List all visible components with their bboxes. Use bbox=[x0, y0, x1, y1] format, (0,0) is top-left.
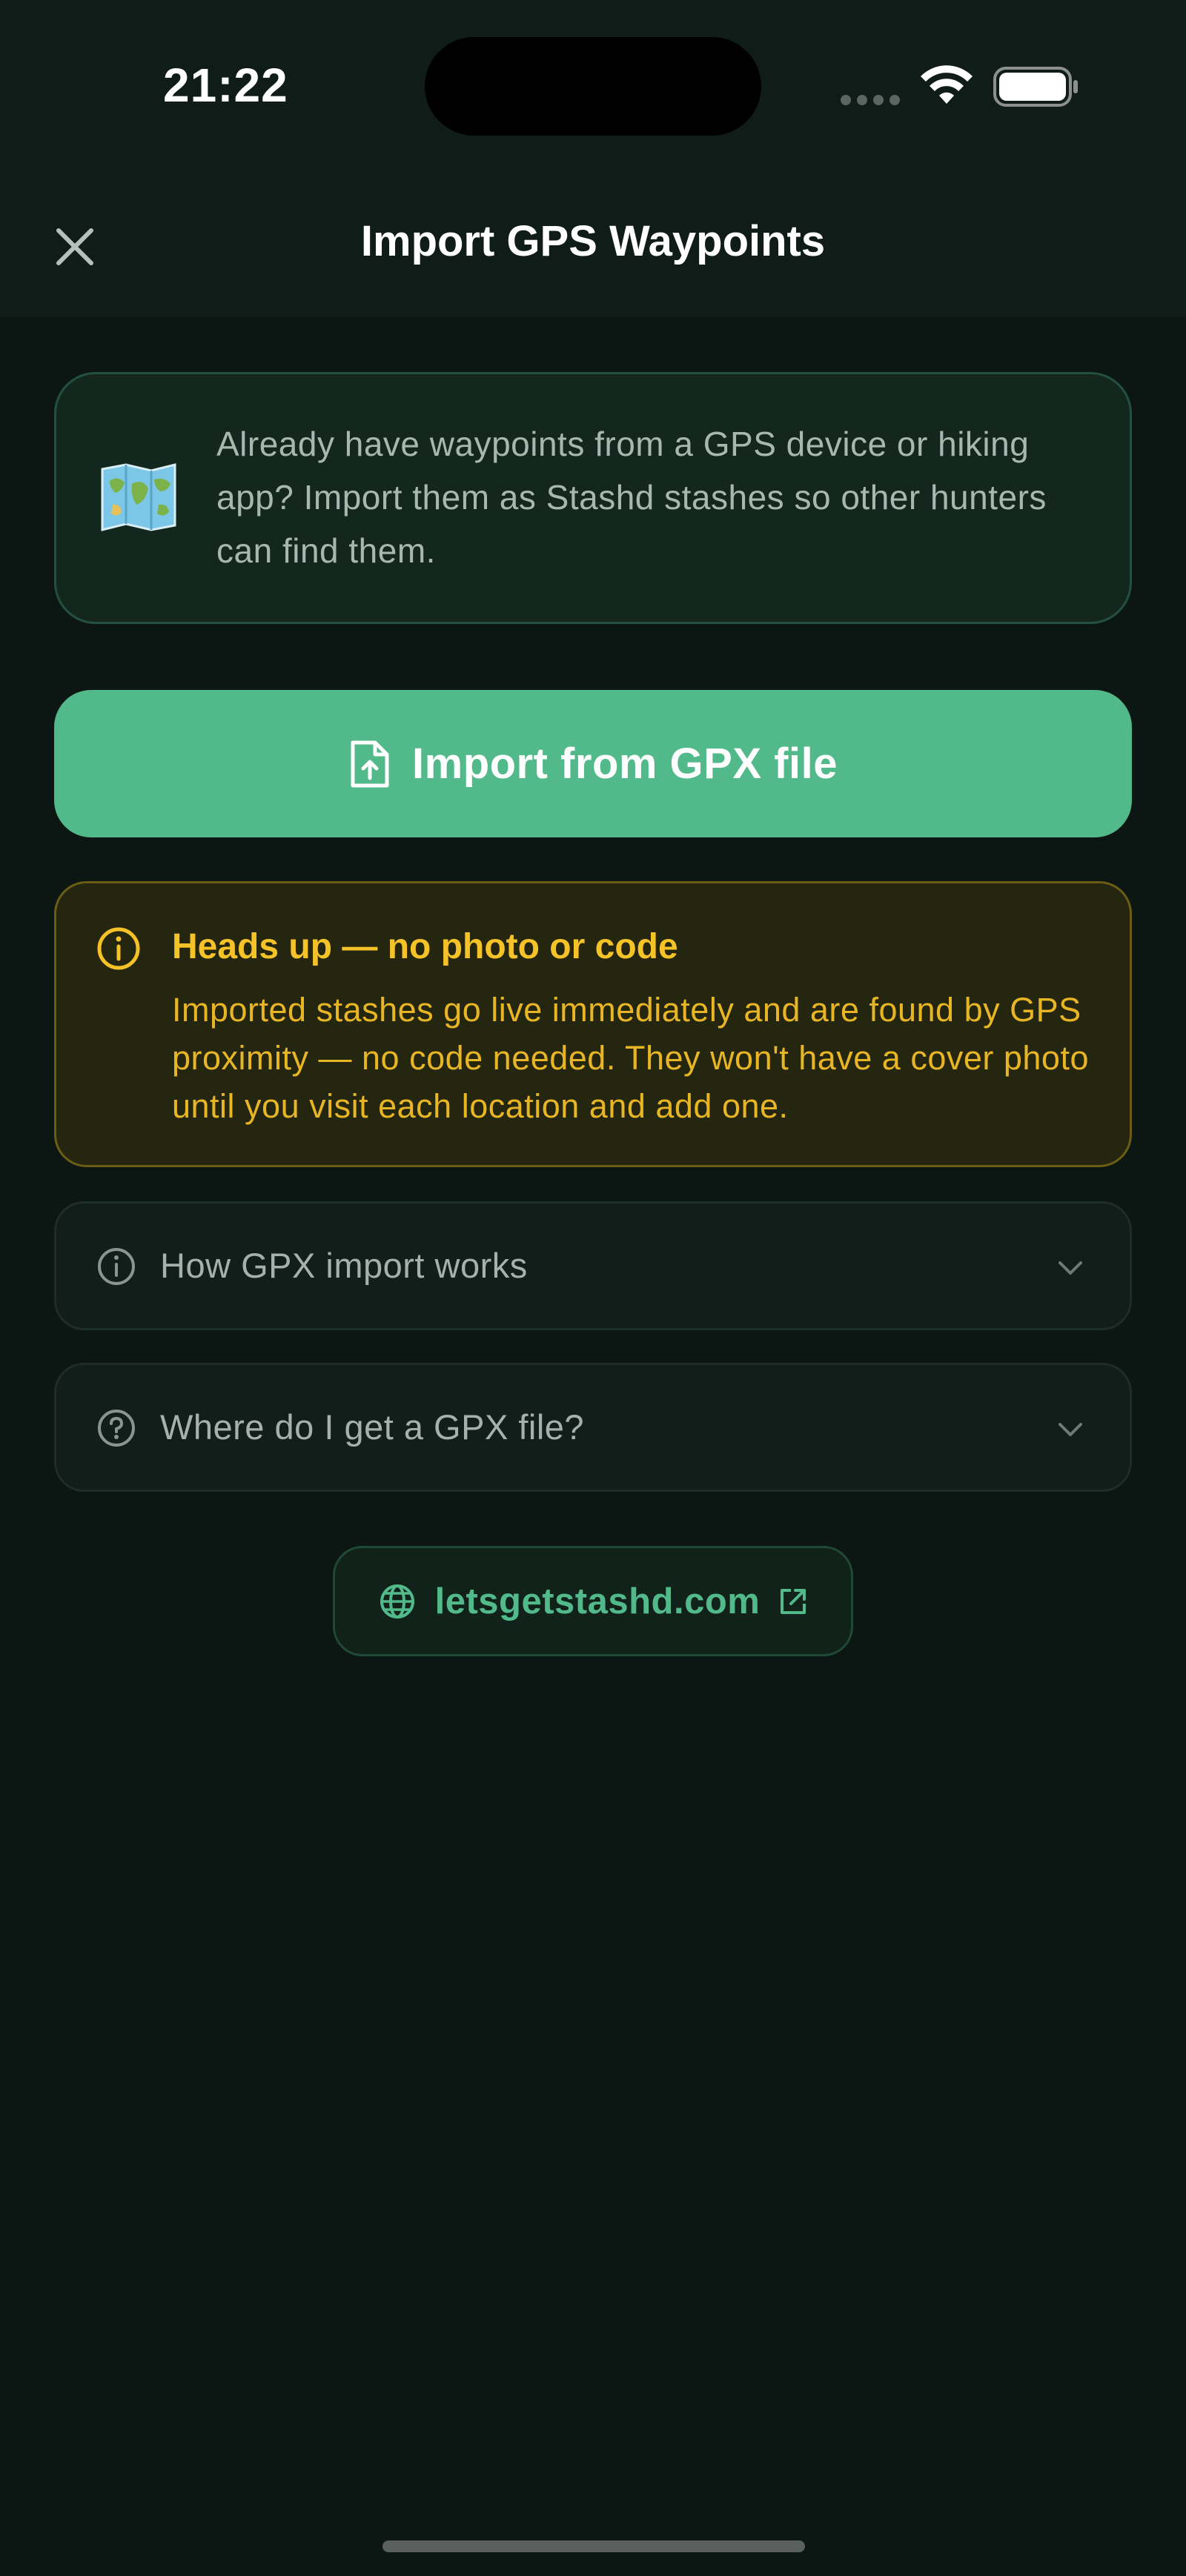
accordion-where-get-gpx-file[interactable]: Where do I get a GPX file? bbox=[54, 1363, 1132, 1492]
external-link-icon bbox=[781, 1588, 806, 1614]
warning-body: Imported stashes go live immediately and… bbox=[172, 991, 1089, 1125]
import-gpx-button[interactable]: Import from GPX file bbox=[54, 690, 1132, 837]
info-circle-icon bbox=[97, 927, 140, 970]
home-indicator[interactable] bbox=[382, 2540, 805, 2552]
info-circle-icon bbox=[98, 1248, 135, 1285]
page-title: Import GPS Waypoints bbox=[360, 217, 826, 265]
nav-header: Import GPS Waypoints bbox=[0, 172, 1186, 317]
battery-icon bbox=[993, 67, 1078, 107]
warning-card: Heads up — no photo or code Imported sta… bbox=[54, 881, 1132, 1167]
globe-icon bbox=[380, 1584, 414, 1619]
accordion-label: Where do I get a GPX file? bbox=[160, 1407, 585, 1447]
warning-title: Heads up — no photo or code bbox=[172, 927, 678, 966]
chevron-down-icon bbox=[1059, 1423, 1082, 1436]
status-time: 21:22 bbox=[163, 59, 288, 112]
website-link-label: letsgetstashd.com bbox=[434, 1581, 761, 1621]
question-circle-icon bbox=[98, 1410, 135, 1447]
dynamic-island bbox=[425, 37, 761, 136]
status-bar: 21:22 bbox=[0, 0, 1186, 172]
accordion-how-gpx-import-works[interactable]: How GPX import works bbox=[54, 1201, 1132, 1330]
world-map-icon bbox=[101, 463, 176, 531]
website-link[interactable]: letsgetstashd.com bbox=[333, 1546, 853, 1656]
cellular-signal-icon bbox=[841, 95, 900, 105]
file-upload-icon bbox=[351, 740, 389, 787]
intro-text: Already have waypoints from a GPS device… bbox=[216, 425, 1047, 570]
import-gpx-button-label: Import from GPX file bbox=[412, 740, 838, 788]
wifi-icon bbox=[921, 65, 973, 104]
intro-card: Already have waypoints from a GPS device… bbox=[54, 372, 1132, 624]
import-gps-waypoints-screen: 21:22 Import GPS Waypoints Already have … bbox=[0, 0, 1186, 2576]
chevron-down-icon bbox=[1059, 1261, 1082, 1275]
accordion-label: How GPX import works bbox=[160, 1246, 528, 1285]
